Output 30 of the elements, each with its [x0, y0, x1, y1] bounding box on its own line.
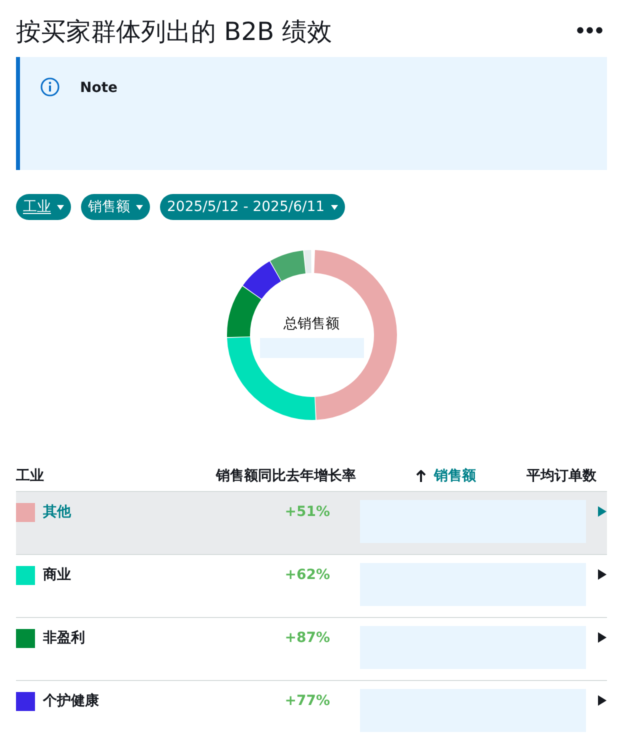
filter-chip[interactable]: 工业: [16, 194, 71, 220]
column-header[interactable]: 工业: [16, 466, 44, 487]
note-title: Note: [80, 79, 118, 98]
donut-slice: [242, 261, 280, 299]
industry-name: 非盈利: [43, 629, 85, 648]
column-header[interactable]: 销售额: [416, 466, 476, 487]
column-header[interactable]: 销售额同比去年增长率: [216, 466, 356, 487]
filter-chip[interactable]: 销售额: [81, 194, 150, 220]
caret-icon: [136, 204, 143, 210]
expand-arrow-icon: [598, 695, 607, 706]
table-row[interactable]: 其他 +51%: [16, 492, 607, 555]
column-header[interactable]: 平均订单数: [526, 466, 596, 487]
caret-icon: [330, 204, 338, 210]
expand-arrow-icon: [598, 506, 607, 517]
expand-arrow-icon: [598, 569, 607, 580]
filter-chip[interactable]: 2025/5/12 - 2025/6/11: [160, 194, 345, 220]
growth-value: +62%: [284, 566, 330, 585]
industry-name: 个护健康: [43, 692, 99, 711]
growth-value: +87%: [284, 629, 330, 648]
caret-icon: [57, 204, 64, 210]
donut-center-label: 总销售额: [284, 315, 340, 334]
widget-title: 按买家群体列出的 B2B 绩效: [16, 19, 332, 44]
info-icon: [40, 77, 60, 97]
industry-name: 其他: [43, 503, 71, 522]
expand-arrow-icon: [598, 632, 607, 643]
growth-value: +77%: [284, 692, 330, 711]
sort-up-icon: [416, 470, 426, 483]
more-menu-button[interactable]: •••: [574, 22, 607, 40]
industry-name: 商业: [43, 566, 71, 585]
growth-value: +51%: [284, 503, 330, 522]
